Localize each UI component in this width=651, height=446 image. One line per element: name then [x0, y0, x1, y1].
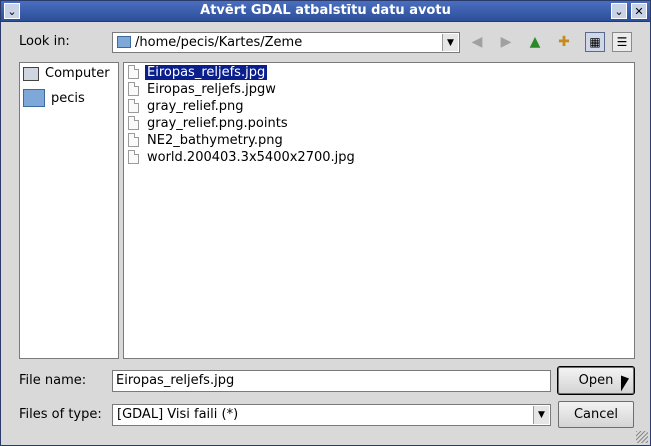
list-item[interactable]: world.200403.3x5400x2700.jpg: [128, 149, 357, 165]
file-name: gray_relief.png: [147, 98, 244, 114]
file-name: Eiropas_reljefs.jpg: [143, 63, 269, 81]
list-item[interactable]: Eiropas_reljefs.jpg: [128, 63, 269, 81]
file-type-combobox[interactable]: [GDAL] Visi faili (*) ▼: [112, 404, 551, 426]
file-name-label: File name:: [19, 373, 87, 388]
list-item[interactable]: Eiropas_reljefs.jpgw: [128, 81, 278, 97]
mouse-pointer-icon: [621, 375, 629, 395]
open-button-label: Open: [578, 373, 614, 388]
list-view-icon[interactable]: ▦: [585, 32, 605, 52]
folder-icon: [23, 89, 45, 107]
title-bar[interactable]: ⌄ Atvērt GDAL atbalstītu datu avotu ⌄ ✕: [1, 1, 650, 22]
file-icon: [128, 65, 139, 79]
computer-icon: [23, 66, 39, 81]
sidebar-item-label: pecis: [51, 90, 85, 106]
chevron-down-icon[interactable]: ▼: [442, 34, 458, 51]
look-in-combobox[interactable]: /home/pecis/Kartes/Zeme ▼: [112, 32, 460, 53]
sidebar-item-pecis[interactable]: pecis: [23, 89, 85, 107]
file-list[interactable]: Eiropas_reljefs.jpg Eiropas_reljefs.jpgw…: [123, 62, 635, 359]
file-name: gray_relief.png.points: [147, 115, 288, 131]
file-name: Eiropas_reljefs.jpgw: [147, 81, 276, 97]
file-type-value: [GDAL] Visi faili (*): [117, 407, 239, 422]
detail-view-icon[interactable]: ☰: [612, 32, 632, 52]
close-button[interactable]: ✕: [631, 3, 647, 19]
file-name: world.200403.3x5400x2700.jpg: [147, 149, 355, 165]
file-icon: [128, 150, 139, 164]
file-icon: [128, 99, 139, 113]
sidebar-item-computer[interactable]: Computer: [23, 66, 110, 81]
minimize-button[interactable]: ⌄: [611, 3, 627, 19]
new-folder-icon[interactable]: ✚: [554, 32, 574, 52]
file-icon: [128, 133, 139, 147]
back-arrow-icon[interactable]: ◀: [467, 32, 487, 52]
chevron-down-icon[interactable]: ▼: [533, 406, 549, 424]
file-icon: [128, 82, 139, 96]
window-title: Atvērt GDAL atbalstītu datu avotu: [200, 3, 451, 18]
list-item[interactable]: gray_relief.png.points: [128, 115, 290, 131]
cancel-button[interactable]: Cancel: [558, 401, 634, 428]
look-in-label: Look in:: [19, 34, 70, 49]
cancel-button-label: Cancel: [573, 407, 619, 422]
forward-arrow-icon[interactable]: ▶: [496, 32, 516, 52]
folder-icon: [117, 36, 131, 48]
file-name-input[interactable]: Eiropas_reljefs.jpg: [112, 370, 551, 392]
file-name-value: Eiropas_reljefs.jpg: [116, 373, 235, 388]
up-folder-icon[interactable]: ▲: [525, 32, 545, 52]
file-type-label: Files of type:: [19, 407, 102, 422]
open-file-dialog: ⌄ Atvērt GDAL atbalstītu datu avotu ⌄ ✕ …: [0, 0, 651, 446]
look-in-path: /home/pecis/Kartes/Zeme: [135, 35, 303, 50]
places-sidebar: Computer pecis: [19, 62, 119, 359]
file-name: NE2_bathymetry.png: [147, 132, 283, 148]
list-item[interactable]: gray_relief.png: [128, 98, 246, 114]
list-item[interactable]: NE2_bathymetry.png: [128, 132, 285, 148]
sidebar-item-label: Computer: [45, 66, 110, 81]
chevron-down-icon: ⌄: [614, 4, 624, 18]
file-icon: [128, 116, 139, 130]
close-icon: ✕: [634, 4, 644, 18]
resize-grip-icon[interactable]: [636, 431, 648, 443]
